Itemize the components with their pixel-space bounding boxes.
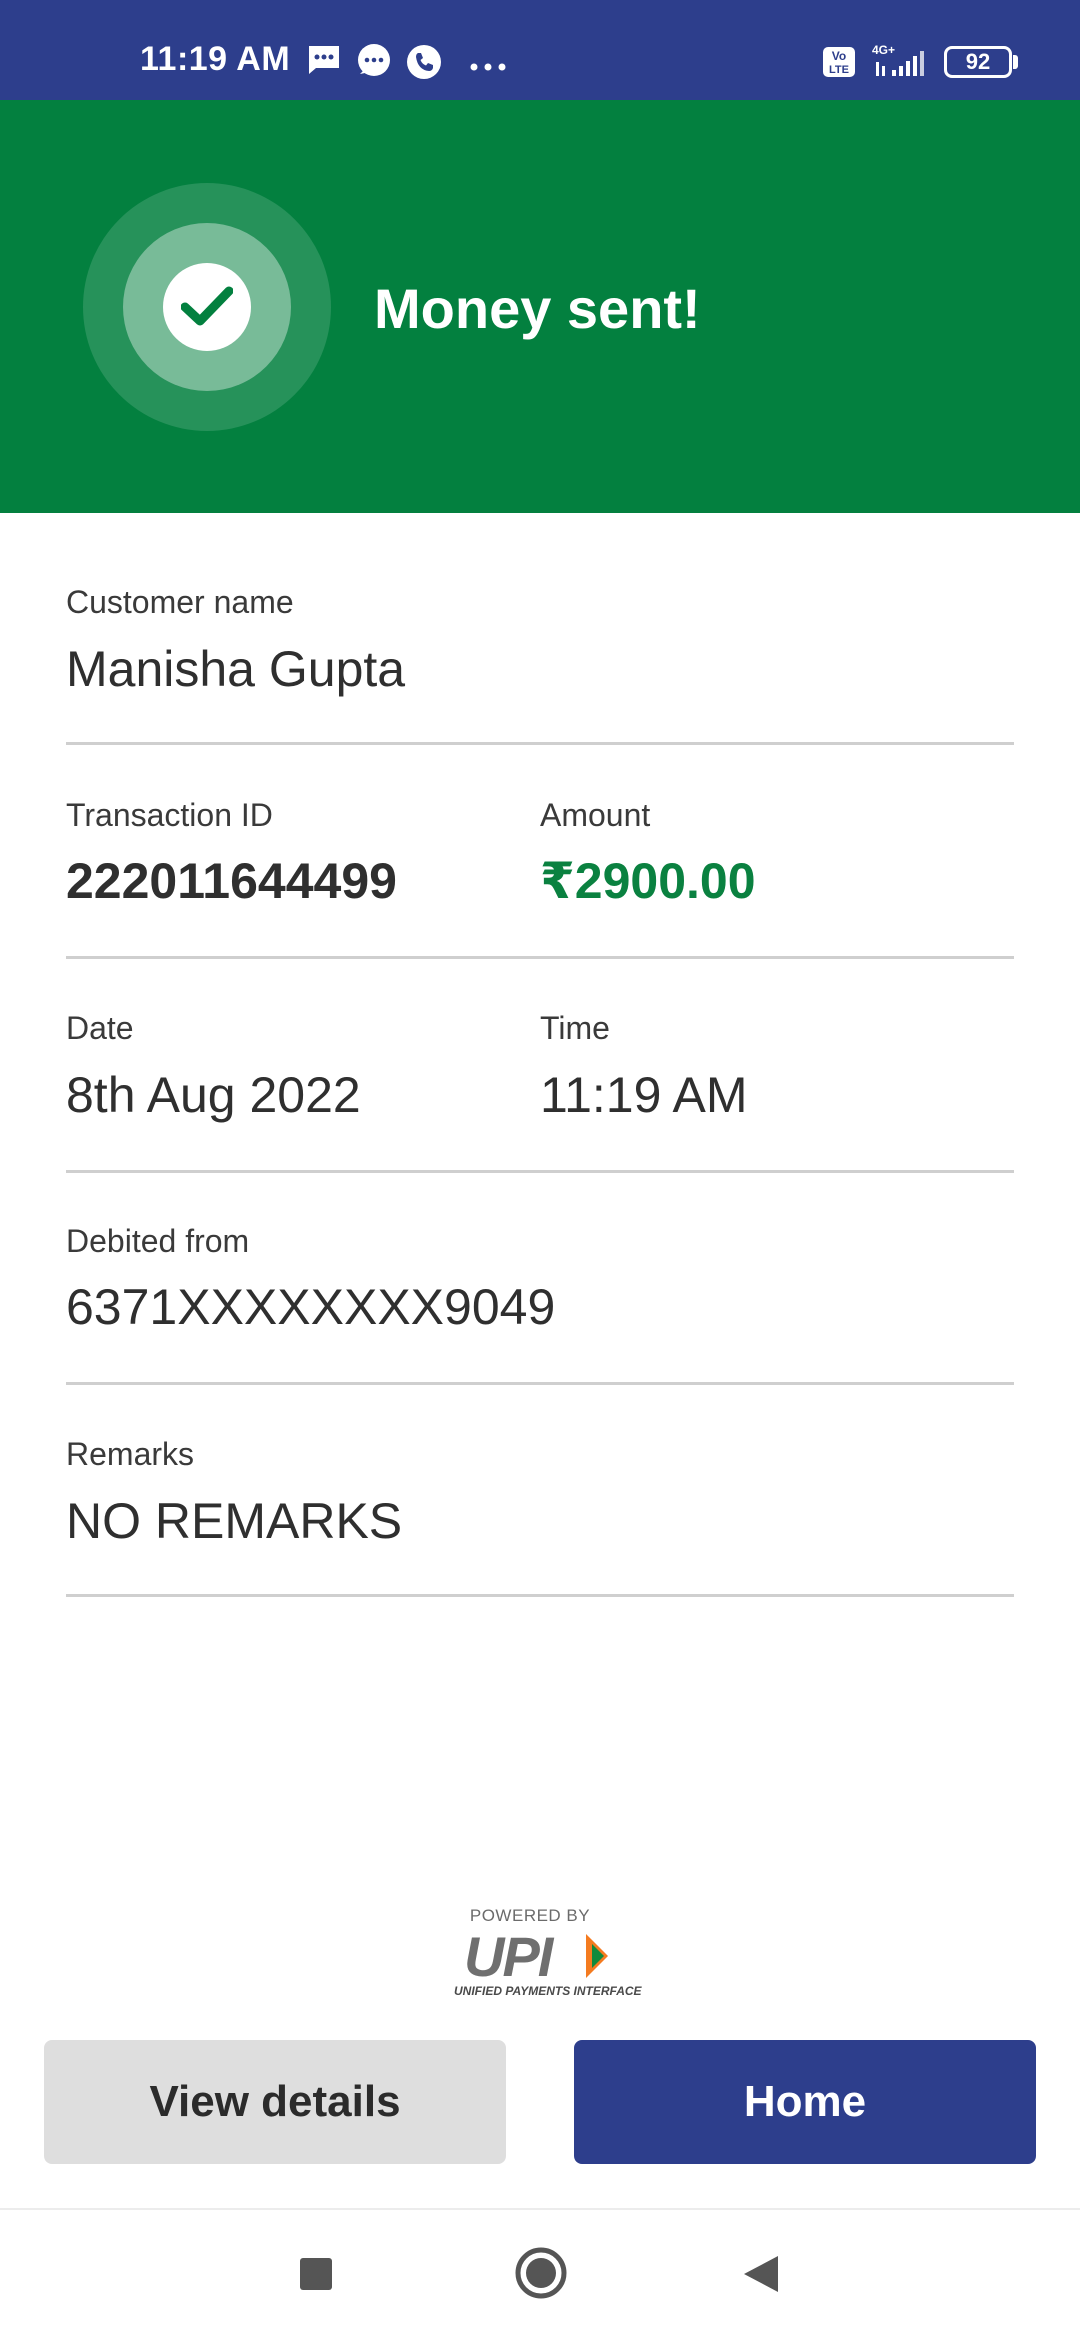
upi-wordmark: UPI xyxy=(464,1925,553,1988)
remarks-value: NO REMARKS xyxy=(66,1493,403,1549)
signal-icon: 4G+ xyxy=(870,42,930,85)
status-time: 11:19 AM xyxy=(140,40,291,78)
view-details-button[interactable]: View details xyxy=(44,2040,506,2164)
divider xyxy=(66,742,1014,745)
date-value: 8th Aug 2022 xyxy=(66,1067,361,1123)
divider xyxy=(66,1170,1014,1173)
volte-icon: Vo LTE xyxy=(822,46,856,83)
date-label: Date xyxy=(66,1010,134,1046)
customer-name-label: Customer name xyxy=(66,584,294,620)
check-icon xyxy=(163,263,251,351)
remarks-label: Remarks xyxy=(66,1436,195,1472)
chat-bubble-icon xyxy=(356,44,392,83)
transaction-id-value: 222011644499 xyxy=(66,853,397,909)
svg-text:LTE: LTE xyxy=(829,64,849,76)
recents-square-icon[interactable] xyxy=(298,2256,334,2297)
debited-from-label: Debited from xyxy=(66,1223,250,1259)
status-bar: 11:19 AM Vo LTE 4G+ 92 xyxy=(0,0,1080,100)
powered-by-text: POWERED BY xyxy=(469,1906,591,1925)
phone-icon xyxy=(406,44,442,85)
svg-text:4G+: 4G+ xyxy=(872,43,895,57)
more-dots-icon xyxy=(470,58,506,76)
upi-logo: POWERED BY UPI UNIFIED PAYMENTS INTERFAC… xyxy=(452,1906,642,2002)
home-circle-icon[interactable] xyxy=(514,2246,568,2305)
customer-name-value: Manisha Gupta xyxy=(66,641,406,697)
battery-tip xyxy=(1013,55,1018,69)
time-label: Time xyxy=(540,1010,610,1046)
time-value: 11:19 AM xyxy=(540,1067,748,1123)
amount-label: Amount xyxy=(540,797,651,833)
divider xyxy=(66,1594,1014,1597)
message-icon xyxy=(306,44,342,81)
upi-arrow-icon xyxy=(584,1934,610,1983)
system-nav-bar xyxy=(0,2208,1080,2340)
back-triangle-icon[interactable] xyxy=(742,2254,780,2299)
divider xyxy=(66,1382,1014,1385)
amount-value: ₹2900.00 xyxy=(540,853,756,909)
svg-text:Vo: Vo xyxy=(832,49,846,63)
home-button[interactable]: Home xyxy=(574,2040,1036,2164)
transaction-id-label: Transaction ID xyxy=(66,797,273,833)
divider xyxy=(66,956,1014,959)
debited-from-value: 6371XXXXXXXX9049 xyxy=(66,1279,556,1335)
battery-icon: 92 xyxy=(944,46,1012,78)
success-title: Money sent! xyxy=(374,277,701,340)
payment-success-screen: 11:19 AM Vo LTE 4G+ 92 Money sent! Custo… xyxy=(0,0,1080,2340)
upi-subtitle: UNIFIED PAYMENTS INTERFACE xyxy=(454,1984,642,1998)
success-banner: Money sent! xyxy=(0,100,1080,513)
